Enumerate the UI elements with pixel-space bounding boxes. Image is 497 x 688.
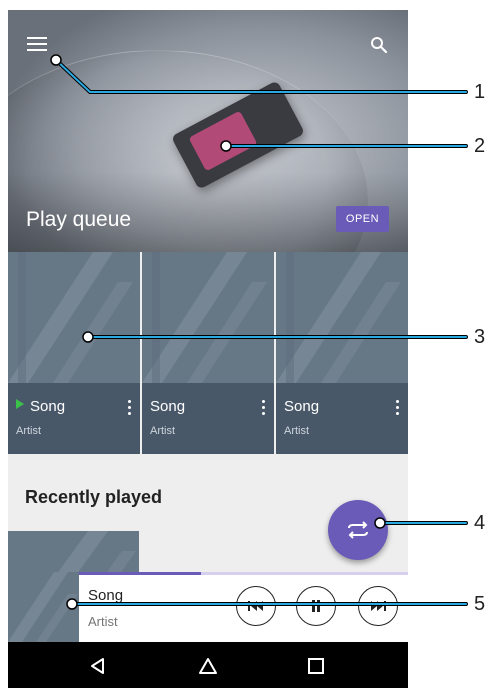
back-icon[interactable] (88, 656, 108, 676)
system-nav-bar (8, 642, 408, 688)
more-vert-icon[interactable] (396, 400, 400, 418)
previous-icon (248, 601, 263, 611)
album-art (8, 252, 140, 383)
album-tile[interactable]: Song Artist (142, 252, 274, 454)
album-tile[interactable]: Song Artist (8, 252, 140, 454)
recents-icon[interactable] (306, 656, 326, 676)
playback-progress-bar[interactable] (79, 572, 408, 575)
callout-number-3: 3 (474, 326, 486, 348)
album-art (276, 252, 408, 383)
play-queue-header[interactable]: Play queue OPEN (8, 10, 408, 252)
callout-number-2: 2 (474, 135, 486, 157)
album-art (142, 252, 274, 383)
mini-player[interactable]: Song Artist (8, 572, 408, 642)
album-song: Song (16, 398, 65, 415)
mini-player-artist: Artist (88, 614, 118, 629)
menu-icon[interactable] (27, 37, 47, 53)
album-grid: Song Artist Song Artist Song Artist (8, 252, 408, 454)
callout-number-4: 4 (474, 512, 486, 534)
recently-played-title: Recently played (25, 487, 163, 507)
music-app-screen: Play queue OPEN Song Artist Song Artist … (8, 10, 408, 688)
previous-button[interactable] (236, 586, 276, 626)
album-artist: Artist (150, 425, 176, 437)
callout-number-5: 5 (474, 593, 486, 615)
more-vert-icon[interactable] (262, 400, 266, 418)
album-tile[interactable]: Song Artist (276, 252, 408, 454)
album-song: Song (150, 398, 186, 415)
now-playing-icon (16, 399, 24, 409)
shuffle-button[interactable] (328, 500, 388, 560)
album-artist: Artist (16, 425, 42, 437)
search-icon[interactable] (370, 36, 388, 54)
more-vert-icon[interactable] (128, 400, 132, 418)
album-artist: Artist (284, 425, 310, 437)
next-button[interactable] (358, 586, 398, 626)
shuffle-icon (348, 521, 368, 539)
next-icon (371, 601, 386, 611)
pause-button[interactable] (296, 586, 336, 626)
playback-progress-fill (79, 572, 201, 575)
open-button[interactable]: OPEN (336, 206, 389, 232)
callout-number-1: 1 (474, 81, 486, 103)
pause-icon (312, 600, 320, 612)
mini-player-song: Song (88, 587, 124, 604)
album-song: Song (284, 398, 320, 415)
play-queue-title: Play queue (26, 208, 132, 231)
home-icon[interactable] (198, 656, 218, 676)
mini-player-thumbnail (8, 572, 79, 642)
